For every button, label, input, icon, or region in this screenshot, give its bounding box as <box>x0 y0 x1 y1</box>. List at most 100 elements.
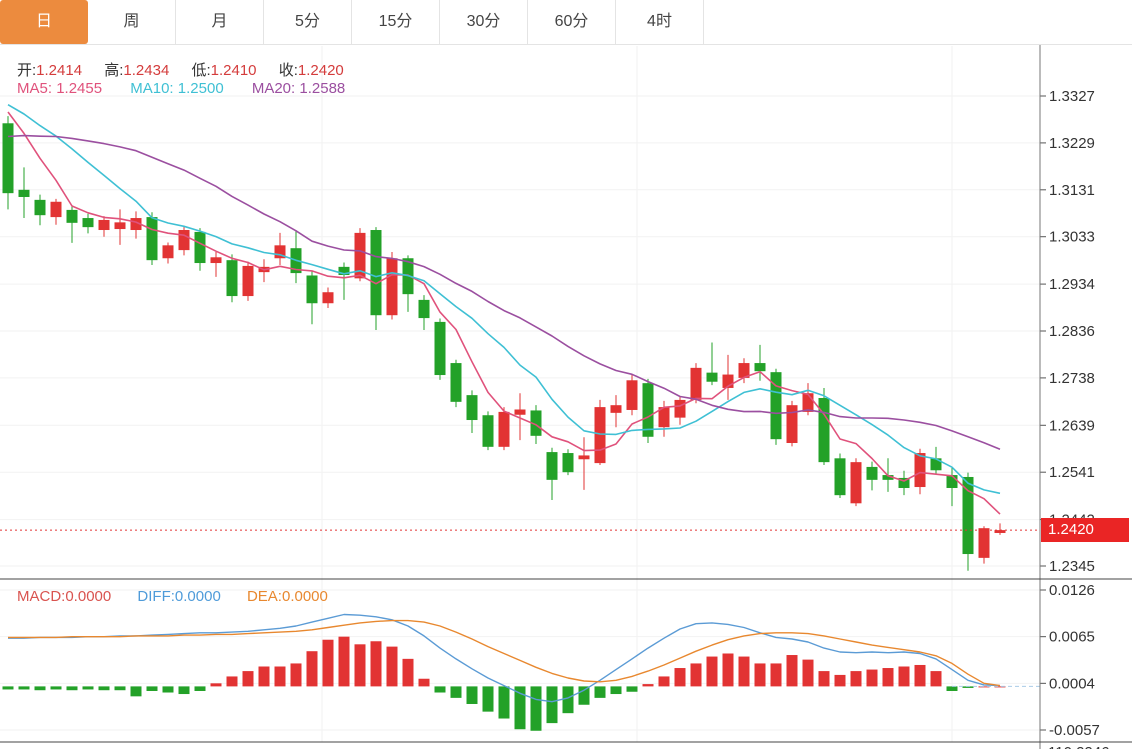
ma10-label: MA10: <box>130 80 173 97</box>
macd-hist-bar <box>19 686 30 689</box>
candle-body <box>979 528 990 558</box>
next-pane-partial-label: 110.2246 <box>1048 744 1109 749</box>
macd-hist-bar <box>915 665 926 686</box>
candlestick-chart-svg[interactable]: 1.33271.32291.31311.30331.29341.28361.27… <box>0 0 1132 749</box>
macd-hist-bar <box>35 686 46 690</box>
candle-body <box>19 190 30 197</box>
candle-body <box>755 363 766 371</box>
dea-label: DEA: <box>247 588 282 605</box>
macd-hist-bar <box>931 671 942 686</box>
axis-label: 1.2738 <box>1049 370 1095 387</box>
macd-hist-bar <box>691 663 702 686</box>
macd-hist-bar <box>339 637 350 687</box>
macd-hist-bar <box>787 655 798 686</box>
candle-body <box>451 363 462 402</box>
candle-body <box>243 266 254 296</box>
axis-label: 0.0004 <box>1049 675 1095 692</box>
macd-hist-bar <box>611 686 622 694</box>
ma5-label: MA5: <box>17 80 52 97</box>
macd-hist-bar <box>595 686 606 697</box>
ma-legend: MA5: 1.2455 MA10: 1.2500 MA20: 1.2588 <box>17 80 345 97</box>
macd-hist-bar <box>707 657 718 687</box>
candle-body <box>371 230 382 315</box>
tab-day[interactable]: 日 <box>0 0 88 44</box>
ohlc-legend: 开:1.2414 高:1.2434 低:1.2410 收:1.2420 <box>17 59 362 80</box>
macd-legend: MACD:0.0000 DIFF:0.0000 DEA:0.0000 <box>17 588 328 605</box>
axis-label: 1.3033 <box>1049 229 1095 246</box>
macd-hist-bar <box>131 686 142 696</box>
axis-label: 1.2541 <box>1049 464 1095 481</box>
candle-body <box>387 258 398 315</box>
tab-15min[interactable]: 15分 <box>352 0 440 44</box>
macd-hist-bar <box>899 667 910 687</box>
candle-body <box>419 300 430 318</box>
macd-hist-bar <box>115 686 126 690</box>
macd-label: MACD: <box>17 588 65 605</box>
tab-week[interactable]: 周 <box>88 0 176 44</box>
candle-body <box>515 409 526 414</box>
axis-label: 1.3327 <box>1049 88 1095 105</box>
macd-hist-bar <box>243 671 254 686</box>
candle-body <box>611 405 622 413</box>
ma5-line <box>8 112 1000 514</box>
macd-hist-bar <box>531 686 542 730</box>
tab-30min[interactable]: 30分 <box>440 0 528 44</box>
candle-body <box>691 368 702 400</box>
macd-value: 0.0000 <box>65 588 111 605</box>
macd-hist-bar <box>659 676 670 686</box>
tab-60min[interactable]: 60分 <box>528 0 616 44</box>
macd-hist-bar <box>291 663 302 686</box>
macd-hist-bar <box>675 668 686 686</box>
macd-hist-bar <box>771 663 782 686</box>
macd-hist-bar <box>179 686 190 694</box>
macd-hist-bar <box>147 686 158 691</box>
macd-hist-bar <box>819 671 830 686</box>
macd-hist-bar <box>419 679 430 687</box>
close-value: 1.2420 <box>298 62 344 79</box>
dea-value: 0.0000 <box>282 588 328 605</box>
candle-body <box>819 398 830 462</box>
open-label: 开: <box>17 62 36 79</box>
low-label: 低: <box>191 62 210 79</box>
candle-body <box>467 395 478 420</box>
axis-label: 0.0065 <box>1049 629 1095 646</box>
macd-hist-bar <box>403 659 414 687</box>
macd-hist-bar <box>323 640 334 687</box>
macd-hist-bar <box>755 663 766 686</box>
ma20-value: 1.2588 <box>299 80 345 97</box>
tab-5min[interactable]: 5分 <box>264 0 352 44</box>
macd-hist-bar <box>371 641 382 686</box>
candle-body <box>499 412 510 447</box>
macd-hist-bar <box>435 686 446 692</box>
candle-body <box>323 292 334 303</box>
high-value: 1.2434 <box>123 62 169 79</box>
candle-body <box>115 222 126 229</box>
macd-hist-bar <box>947 686 958 691</box>
tab-month[interactable]: 月 <box>176 0 264 44</box>
macd-hist-bar <box>275 667 286 687</box>
tab-4hour[interactable]: 4时 <box>616 0 704 44</box>
axis-label: 1.2836 <box>1049 323 1095 340</box>
macd-hist-bar <box>563 686 574 713</box>
macd-hist-bar <box>851 671 862 686</box>
candle-body <box>835 458 846 495</box>
macd-hist-bar <box>99 686 110 690</box>
candle-body <box>915 453 926 487</box>
macd-hist-bar <box>355 644 366 686</box>
macd-hist-bar <box>3 686 14 689</box>
macd-hist-bar <box>307 651 318 686</box>
current-price-badge: 1.2420 <box>1041 518 1129 542</box>
macd-hist-bar <box>835 675 846 686</box>
candle-body <box>579 455 590 459</box>
macd-hist-bar <box>547 686 558 723</box>
macd-hist-bar <box>499 686 510 718</box>
macd-hist-bar <box>195 686 206 691</box>
candle-body <box>963 477 974 554</box>
macd-hist-bar <box>83 686 94 689</box>
candle-body <box>675 400 686 418</box>
candle-body <box>563 453 574 472</box>
candle-body <box>787 405 798 443</box>
candle-body <box>435 322 446 375</box>
candle-body <box>99 220 110 230</box>
candle-body <box>947 475 958 488</box>
